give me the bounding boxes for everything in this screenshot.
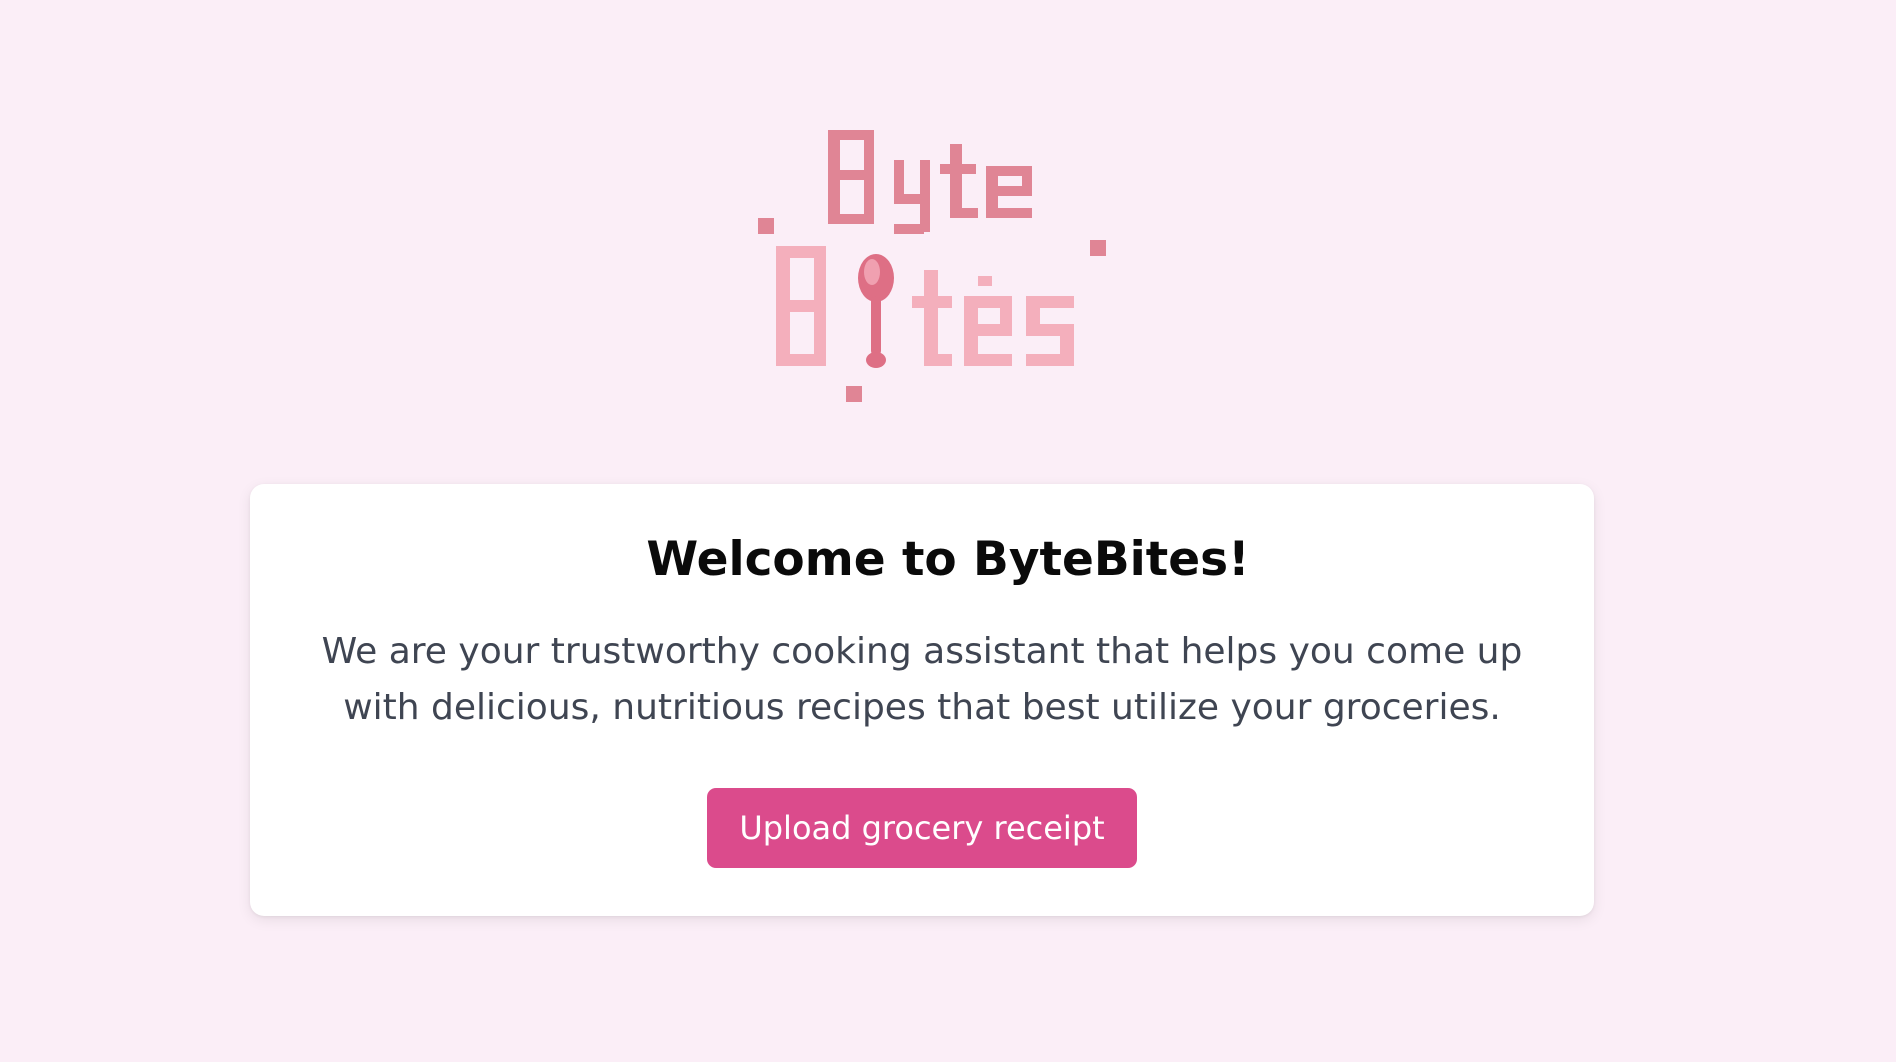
welcome-description: We are your trustworthy cooking assistan… (321, 631, 1523, 728)
upload-grocery-receipt-button[interactable]: Upload grocery receipt (707, 788, 1137, 868)
bytebites-logo (756, 128, 1110, 408)
spoon-icon (858, 254, 894, 368)
welcome-page: Welcome to ByteBites! We are your trustw… (0, 0, 1896, 1062)
welcome-title: Welcome to ByteBites! (646, 532, 1250, 587)
logo-bites-text (776, 246, 1074, 366)
logo-byte-text (828, 130, 1032, 234)
bytebites-logo-graphic (758, 130, 1106, 402)
